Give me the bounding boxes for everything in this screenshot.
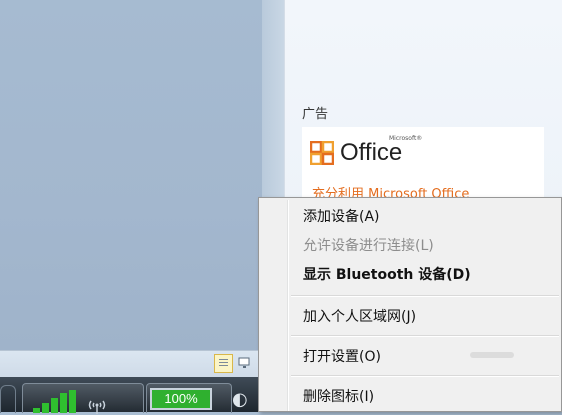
menu-item-allow-connections: 允许设备进行连接(L) (303, 238, 434, 254)
menu-separator (291, 375, 559, 377)
menu-item-open-settings[interactable]: 打开设置(O) (303, 346, 381, 366)
office-brand-name: Office (340, 139, 403, 166)
menu-separator (291, 295, 559, 297)
desktop-background (0, 0, 262, 350)
signal-strength-icon (33, 390, 77, 413)
menu-gutter (287, 200, 289, 411)
taskbar: 100% ◐ (0, 377, 258, 414)
menu-item-join-pan[interactable]: 加入个人区域网(J) (303, 306, 416, 326)
office-ad-banner[interactable]: Microsoft® Office 充分利用 Microsoft Office (302, 127, 544, 205)
menu-separator (291, 335, 559, 337)
list-icon (219, 359, 228, 368)
menu-item-remove-icon[interactable]: 删除图标(I) (303, 386, 374, 406)
partial-tray-icon[interactable]: ◐ (232, 390, 252, 410)
menu-item-show-bluetooth-devices[interactable]: 显示 Bluetooth 设备(D) (303, 264, 471, 284)
ad-heading: 广告 (302, 107, 329, 122)
background-smudge (470, 352, 514, 358)
battery-icon: 100% (150, 388, 212, 410)
monitor-icon[interactable] (238, 356, 252, 370)
office-logo-icon (310, 141, 334, 165)
taskbar-button-edge[interactable] (0, 385, 16, 413)
bluetooth-context-menu: 添加设备(A) 允许设备进行连接(L) 显示 Bluetooth 设备(D) 加… (258, 197, 562, 412)
window-edge (262, 0, 284, 200)
network-tray-group[interactable] (22, 383, 144, 414)
wireless-icon (88, 400, 106, 414)
menu-item-add-device[interactable]: 添加设备(A) (303, 206, 380, 226)
notification-area-strip (0, 350, 258, 377)
show-hidden-icons-button[interactable] (214, 354, 233, 373)
